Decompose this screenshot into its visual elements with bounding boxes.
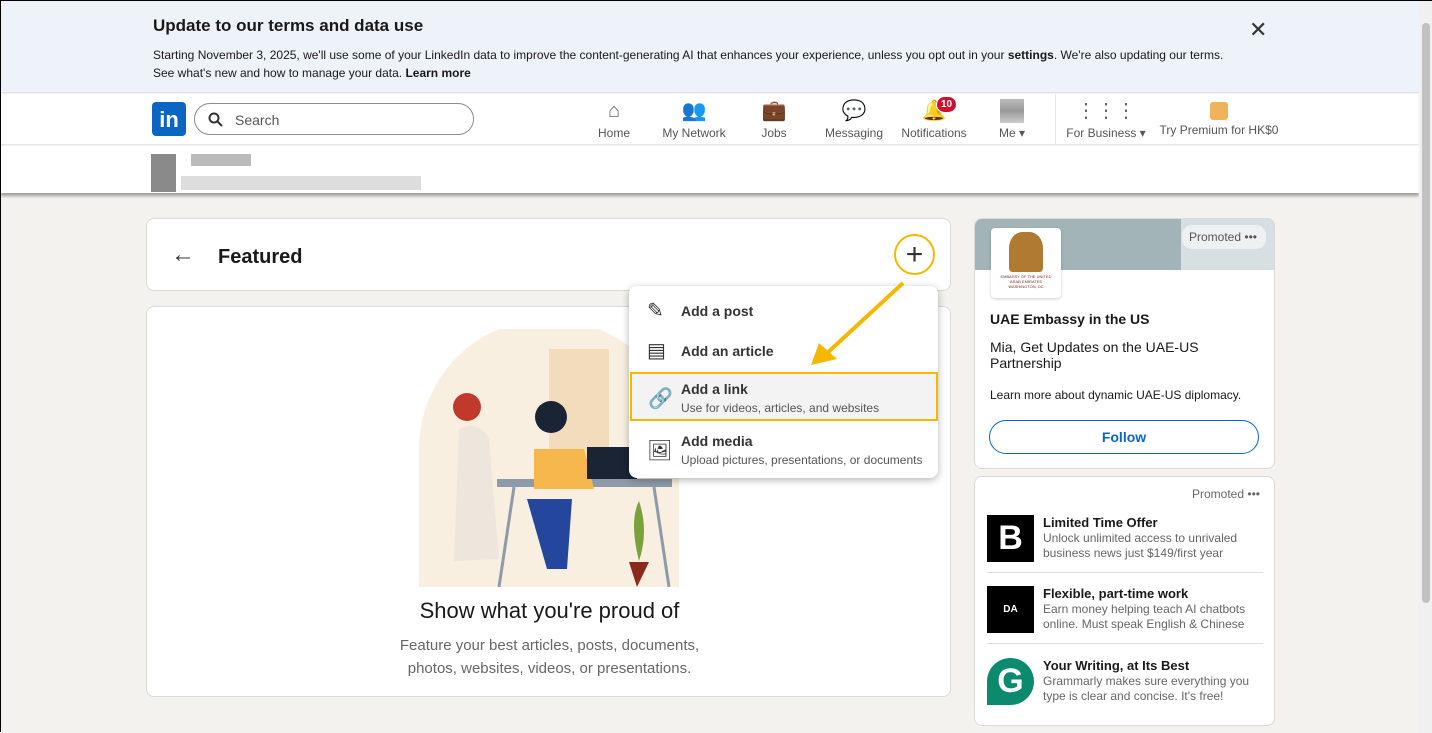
empty-desc-1: Feature your best articles, posts, docum…: [399, 637, 700, 654]
article-icon: ▤: [647, 340, 666, 362]
ad-logo: DA: [987, 586, 1034, 633]
profile-strip: [1, 146, 1419, 193]
ad-logo: B: [987, 515, 1034, 562]
ad-headline: Mia, Get Updates on the UAE-US Partnersh…: [990, 339, 1199, 371]
add-featured-button[interactable]: +: [894, 234, 935, 275]
blurred-headline: [181, 176, 421, 190]
divider: [987, 572, 1263, 573]
menu-item-label: Add an article: [681, 343, 774, 359]
search-input[interactable]: Search: [194, 103, 474, 135]
ad-desc: Unlock unlimited access to unrivaled bus…: [1043, 531, 1238, 560]
promoted-text: Promoted: [1192, 487, 1245, 501]
ad-title: Your Writing, at Its Best: [1043, 658, 1190, 673]
back-button[interactable]: ←: [171, 241, 195, 269]
avatar: [151, 154, 176, 192]
ad-logo: G: [987, 658, 1034, 705]
more-options-button[interactable]: •••: [1247, 487, 1260, 501]
bell-icon: 🔔: [921, 100, 947, 122]
ad-desc: Earn money helping teach AI chatbots onl…: [1043, 602, 1246, 631]
ad-item[interactable]: DA Flexible, part-time work Earn money hel…: [987, 586, 1263, 656]
promoted-label: Promoted •••: [1192, 487, 1260, 501]
nav-for-business[interactable]: ⋮⋮⋮ For Business ▾: [1065, 99, 1147, 140]
nav-label: Me ▾: [998, 126, 1026, 140]
ad-company-name[interactable]: UAE Embassy in the US: [990, 311, 1150, 327]
nav-divider: [1055, 94, 1056, 145]
pencil-icon: ✎: [647, 300, 664, 322]
uae-embassy-logo: EMBASSY OF THE UNITED ARAB EMIRATES WASH…: [991, 228, 1061, 298]
promoted-label: Promoted •••: [1182, 225, 1266, 249]
ad-description: Learn more about dynamic UAE-US diplomac…: [990, 388, 1242, 402]
menu-item-sub: Upload pictures, presentations, or docum…: [681, 453, 923, 467]
ad-item[interactable]: G Your Writing, at Its Best Grammarly make…: [987, 658, 1263, 728]
nav-label: For Business ▾: [1066, 126, 1146, 140]
scrollbar-thumb[interactable]: [1422, 23, 1430, 603]
menu-item-add-media[interactable]: 🖼 Add media Upload pictures, presentations…: [629, 426, 938, 474]
home-icon: ⌂: [607, 100, 621, 122]
blurred-name: [191, 154, 251, 166]
banner-text-part: See what's new and how to manage your da…: [153, 66, 406, 80]
nav-me[interactable]: Me ▾: [995, 99, 1029, 140]
notification-badge: 10: [936, 96, 958, 113]
banner-title: Update to our terms and data use: [153, 16, 424, 35]
nav-home[interactable]: ⌂ Home: [594, 99, 634, 140]
link-icon: 🔗: [648, 388, 673, 410]
messaging-icon: 💬: [841, 100, 867, 122]
banner-text-part: . We're also updating our terms.: [1053, 48, 1224, 62]
nav-label: Notifications: [901, 126, 967, 140]
nav-label: Home: [597, 126, 630, 140]
search-icon: [208, 112, 223, 127]
nav-label: Messaging: [824, 126, 884, 140]
divider: [987, 643, 1263, 644]
menu-item-label: Add a link: [681, 381, 748, 397]
menu-item-label: Add a post: [681, 303, 754, 319]
avatar: [1000, 99, 1024, 123]
ad-card-list: Promoted ••• B Limited Time Offer Unlock u…: [974, 476, 1275, 726]
linkedin-logo[interactable]: in: [152, 102, 186, 136]
briefcase-icon: 💼: [761, 100, 787, 122]
banner-text-part: Starting November 3, 2025, we'll use som…: [153, 48, 1008, 62]
learn-more-link[interactable]: Learn more: [405, 66, 470, 80]
nav-try-premium[interactable]: Try Premium for HK$0: [1159, 99, 1279, 137]
menu-item-add-link[interactable]: 🔗 Add a link Use for videos, articles, and…: [630, 372, 938, 421]
network-icon: 👥: [681, 100, 707, 122]
annotation-arrow-icon: [811, 281, 905, 365]
ad-title: Limited Time Offer: [1043, 515, 1158, 530]
nav-jobs[interactable]: 💼 Jobs: [757, 99, 791, 140]
menu-item-sub: Use for videos, articles, and websites: [681, 401, 880, 415]
falcon-emblem-icon: [1009, 232, 1043, 272]
nav-label: Jobs: [761, 126, 787, 140]
premium-icon: [1210, 102, 1228, 120]
ad-desc: Grammarly makes sure everything you type…: [1043, 674, 1250, 703]
nav-label: Try Premium for HK$0: [1159, 123, 1279, 137]
empty-desc-2: photos, websites, videos, or presentatio…: [407, 660, 692, 677]
promoted-text: Promoted: [1189, 230, 1242, 244]
ad-card-uae: Promoted ••• EMBASSY OF THE UNITED ARAB …: [974, 218, 1275, 469]
search-placeholder: Search: [235, 112, 280, 128]
page-title: Featured: [218, 246, 303, 268]
grid-icon: ⋮⋮⋮: [1076, 100, 1136, 122]
nav-label: My Network: [662, 126, 726, 140]
image-icon: 🖼: [647, 440, 673, 462]
ad-item[interactable]: B Limited Time Offer Unlock unlimited acce…: [987, 515, 1263, 585]
menu-item-label: Add media: [681, 433, 753, 449]
follow-button[interactable]: Follow: [989, 420, 1259, 454]
nav-notifications[interactable]: 🔔 Notifications: [898, 99, 970, 140]
ad-title: Flexible, part-time work: [1043, 586, 1189, 601]
settings-link[interactable]: settings: [1008, 48, 1054, 62]
more-options-button[interactable]: •••: [1244, 230, 1257, 244]
empty-title: Show what you're proud of: [419, 598, 680, 623]
terms-banner: Update to our terms and data use Startin…: [1, 1, 1419, 93]
nav-messaging[interactable]: 💬 Messaging: [823, 99, 885, 140]
banner-text: Starting November 3, 2025, we'll use som…: [153, 48, 1223, 62]
scrollbar[interactable]: [1419, 1, 1432, 733]
banner-text-2: See what's new and how to manage your da…: [153, 66, 471, 80]
nav-my-network[interactable]: 👥 My Network: [659, 99, 729, 140]
close-banner-button[interactable]: ✕: [1249, 17, 1267, 43]
